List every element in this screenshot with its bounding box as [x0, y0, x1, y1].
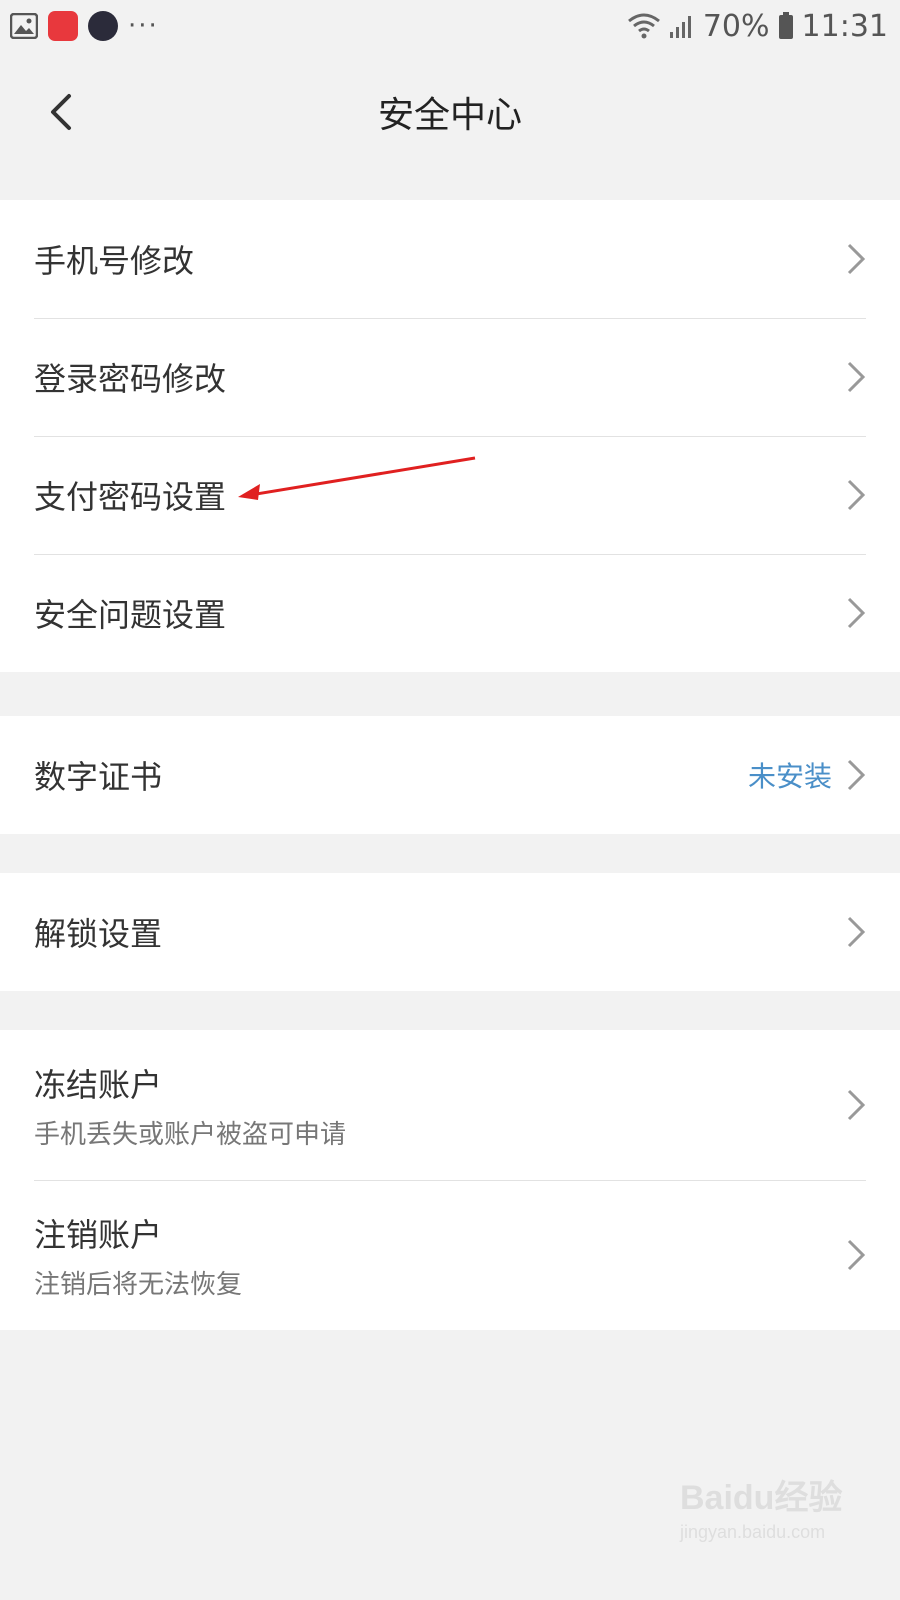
unlock-settings-item[interactable]: 解锁设置 — [0, 873, 900, 991]
item-label: 安全问题设置 — [34, 596, 227, 634]
security-question-item[interactable]: 安全问题设置 — [0, 554, 900, 672]
chevron-right-icon — [847, 361, 866, 393]
clock: 11:31 — [801, 8, 888, 44]
account-security-group: 手机号修改 登录密码修改 支付密码设置 安全问题设置 — [0, 200, 900, 672]
digital-certificate-item[interactable]: 数字证书 未安装 — [0, 716, 900, 834]
login-password-item[interactable]: 登录密码修改 — [0, 318, 900, 436]
watermark-url: jingyan.baidu.com — [680, 1522, 826, 1542]
item-label: 登录密码修改 — [34, 360, 227, 398]
chevron-left-icon — [51, 94, 71, 130]
watermark: Baidu经验 jingyan.baidu.com — [680, 1470, 880, 1580]
chevron-right-icon — [847, 759, 866, 791]
back-button[interactable] — [30, 82, 90, 142]
item-label: 手机号修改 — [34, 242, 195, 280]
chevron-right-icon — [847, 1239, 866, 1271]
battery-icon — [778, 12, 793, 39]
battery-percent: 70% — [702, 8, 770, 44]
watermark-text: Baidu经验 — [680, 1479, 843, 1517]
gallery-icon — [10, 13, 38, 39]
chevron-right-icon — [847, 243, 866, 275]
page-title: 安全中心 — [377, 95, 522, 136]
status-bar: ··· 70% 11:31 — [0, 0, 900, 52]
certificate-group: 数字证书 未安装 — [0, 716, 900, 834]
payment-password-item[interactable]: 支付密码设置 — [0, 436, 900, 554]
item-label: 注销账户 — [34, 1215, 163, 1254]
phone-change-item[interactable]: 手机号修改 — [0, 200, 900, 318]
notification-icons: ··· — [10, 11, 159, 41]
status-indicators: 70% 11:31 — [627, 9, 888, 44]
account-actions-group: 冻结账户 手机丢失或账户被盗可申请 注销账户 注销后将无法恢复 — [0, 1030, 900, 1330]
wifi-icon — [627, 13, 660, 39]
chevron-right-icon — [847, 597, 866, 629]
item-description: 手机丢失或账户被盗可申请 — [34, 1119, 347, 1150]
item-description: 注销后将无法恢复 — [34, 1269, 243, 1300]
item-label: 解锁设置 — [34, 915, 163, 953]
certificate-status: 未安装 — [747, 760, 832, 793]
item-label: 数字证书 — [34, 758, 163, 796]
chevron-right-icon — [847, 1089, 866, 1121]
chevron-right-icon — [847, 479, 866, 511]
freeze-account-item[interactable]: 冻结账户 手机丢失或账户被盗可申请 — [0, 1030, 900, 1180]
more-notifications-icon: ··· — [128, 11, 159, 41]
item-label: 冻结账户 — [34, 1065, 163, 1104]
app-red-icon — [48, 11, 78, 41]
item-label: 支付密码设置 — [34, 478, 227, 516]
chevron-right-icon — [847, 916, 866, 948]
cancel-account-item[interactable]: 注销账户 注销后将无法恢复 — [0, 1180, 900, 1330]
app-dark-icon — [88, 11, 118, 41]
unlock-group: 解锁设置 — [0, 873, 900, 991]
signal-icon — [669, 16, 691, 38]
nav-bar: 安全中心 — [0, 62, 900, 162]
